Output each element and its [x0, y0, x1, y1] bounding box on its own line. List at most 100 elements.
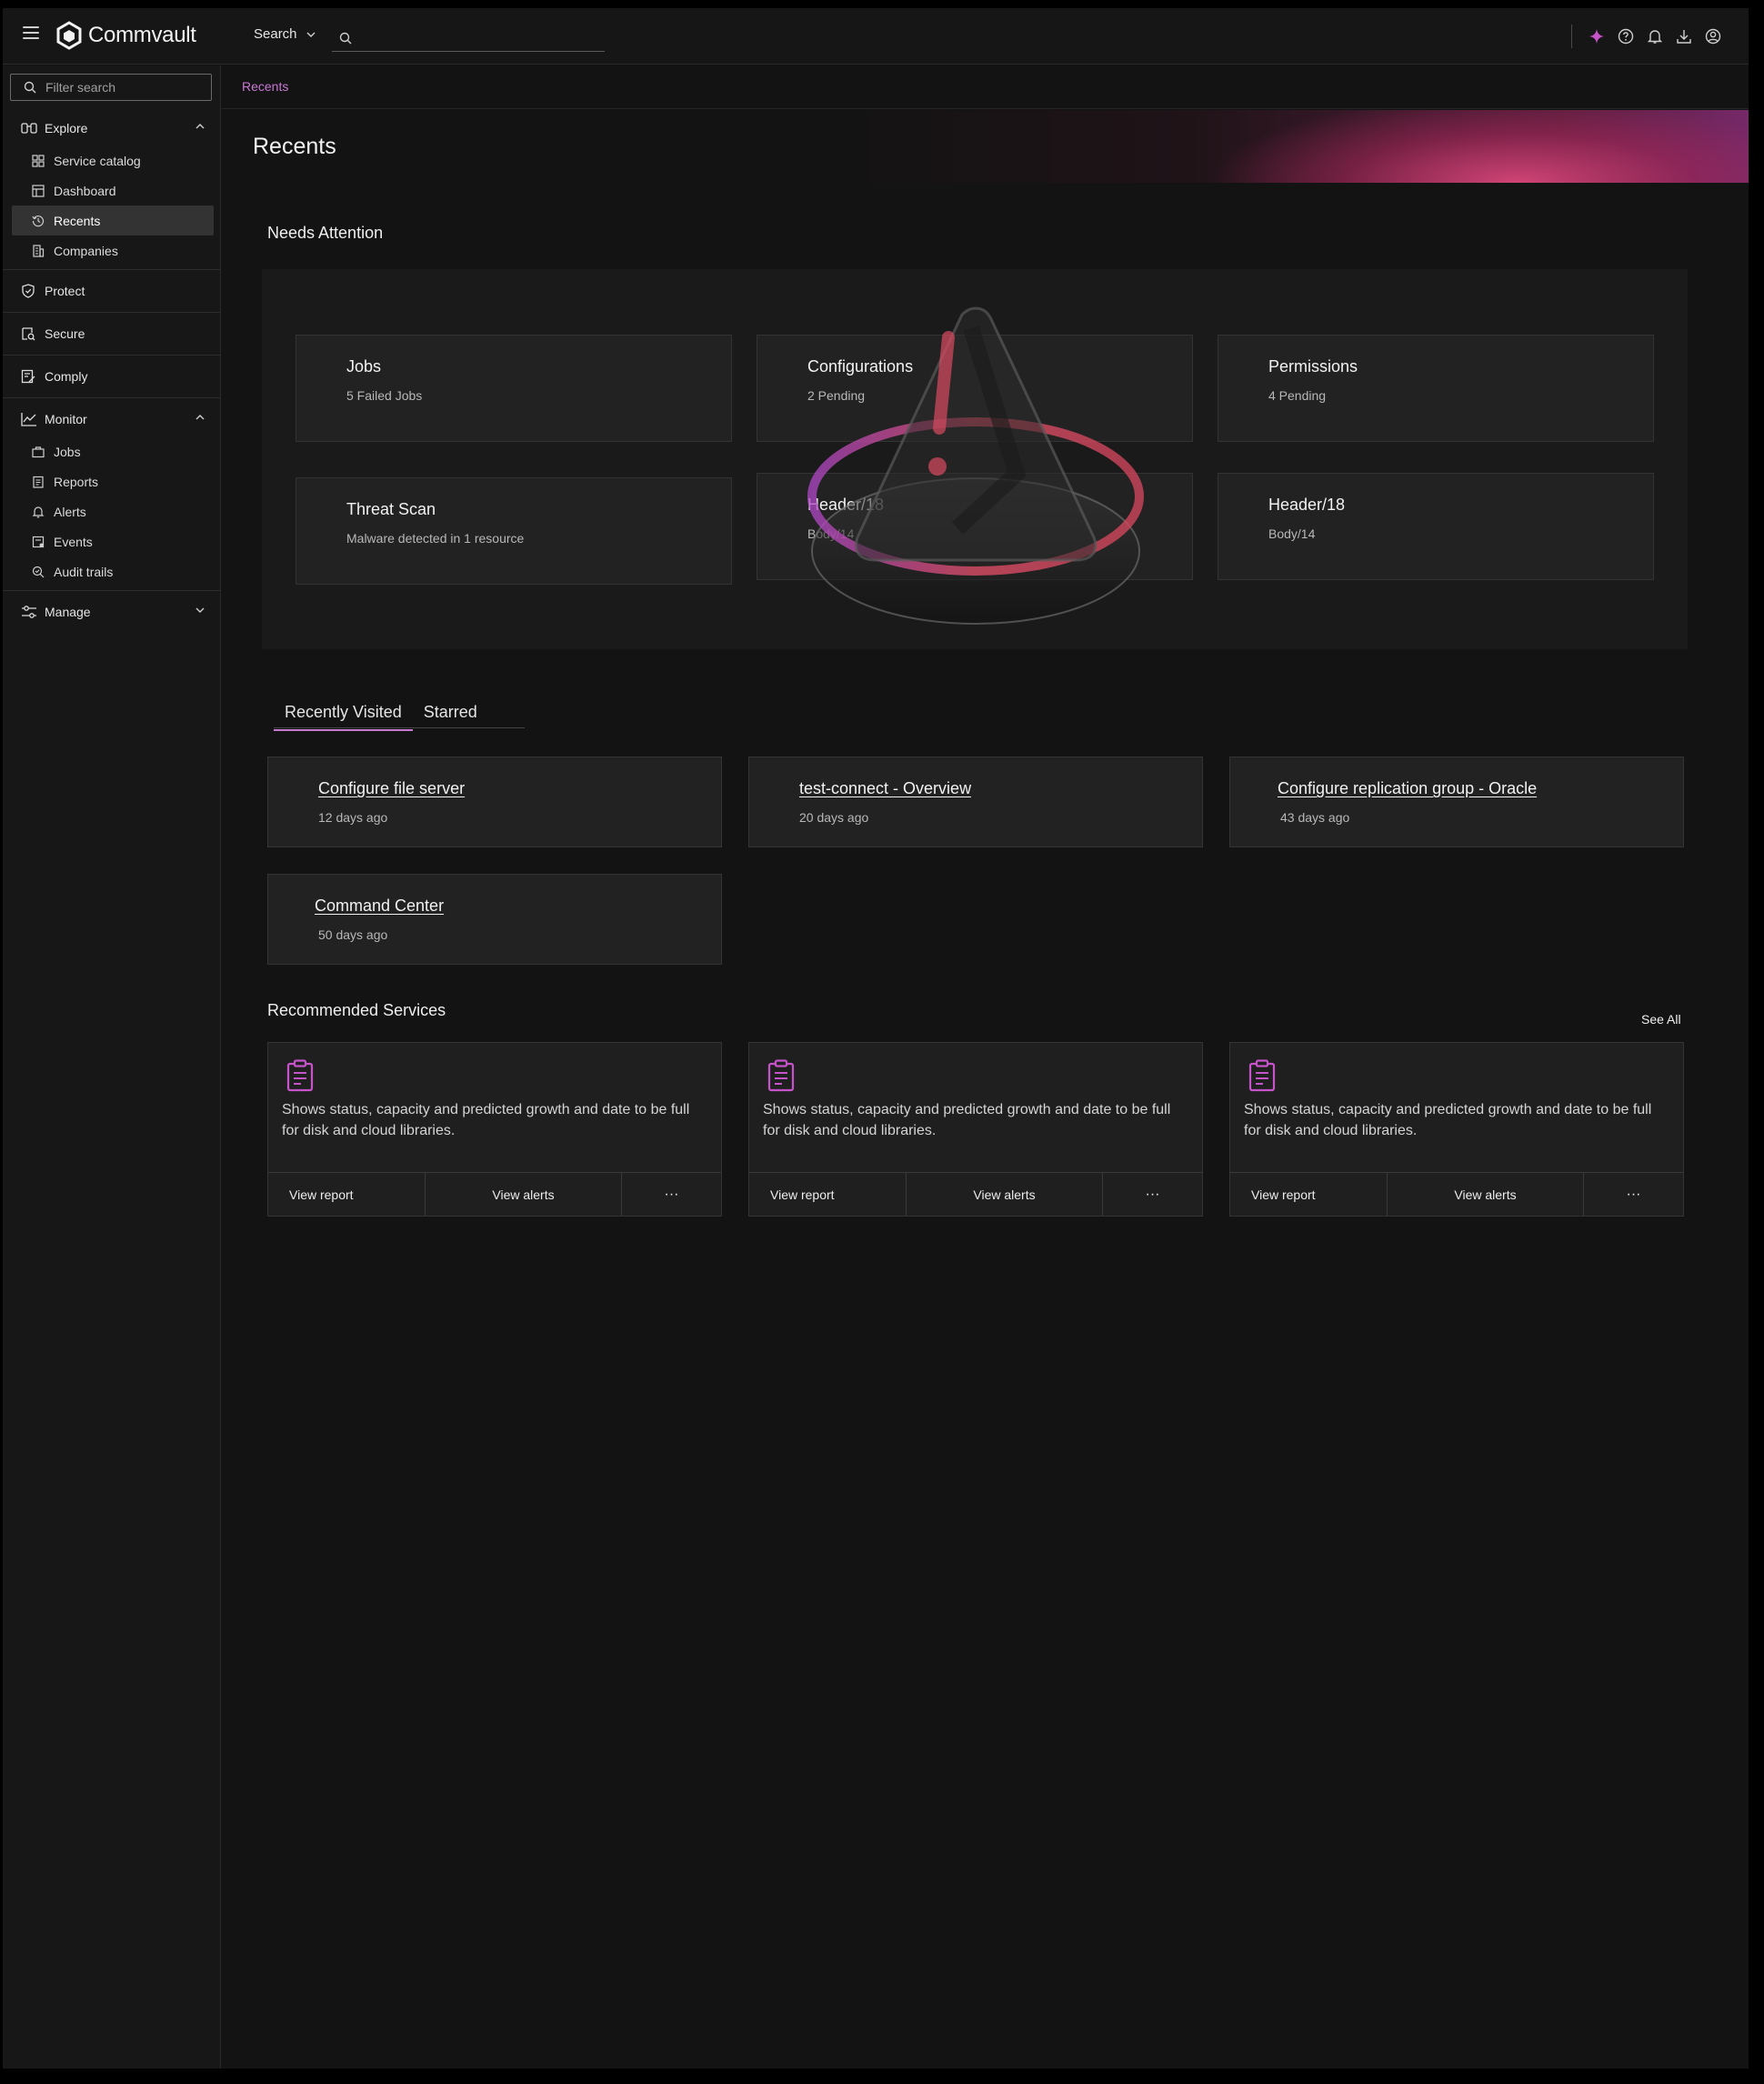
- download-icon[interactable]: [1676, 28, 1692, 45]
- sidebar-item-label: Events: [54, 534, 93, 549]
- recent-item-link[interactable]: test-connect - Overview: [799, 779, 971, 798]
- sidebar-section-protect[interactable]: Protect: [3, 274, 221, 308]
- chevron-up-icon: [195, 124, 205, 129]
- card-title: Header/18: [1268, 496, 1346, 514]
- page-title: Recents: [253, 134, 336, 159]
- sidebar-section-label: Secure: [45, 326, 85, 341]
- service-description: Shows status, capacity and predicted gro…: [763, 1102, 1171, 1138]
- more-options-button[interactable]: ···: [622, 1173, 721, 1216]
- sidebar-item-service-catalog[interactable]: Service catalog: [12, 145, 214, 175]
- secure-search-icon: [21, 326, 37, 341]
- sidebar-item-jobs[interactable]: Jobs: [12, 436, 214, 466]
- sidebar-item-companies[interactable]: Companies: [12, 235, 214, 266]
- attention-card-placeholder[interactable]: Header/18 Body/14: [757, 473, 1193, 580]
- card-title: Header/18: [807, 496, 885, 514]
- card-subtitle: Body/14: [1268, 526, 1316, 541]
- attention-card-jobs[interactable]: Jobs 5 Failed Jobs: [296, 335, 732, 442]
- sidebar-section-monitor[interactable]: Monitor: [3, 402, 221, 436]
- more-options-button[interactable]: ···: [1103, 1173, 1202, 1216]
- card-title: Configurations: [807, 357, 914, 376]
- recent-item[interactable]: Command Center 50 days ago: [267, 874, 722, 965]
- sidebar-item-events[interactable]: Events: [12, 526, 214, 556]
- sidebar-section-label: Monitor: [45, 412, 87, 426]
- search-icon: [339, 32, 352, 44]
- view-report-button[interactable]: View report: [1230, 1173, 1388, 1216]
- recent-item[interactable]: test-connect - Overview 20 days ago: [748, 756, 1203, 847]
- search-icon: [24, 81, 36, 94]
- sparkle-icon[interactable]: [1589, 28, 1605, 45]
- attention-card-threat-scan[interactable]: Threat Scan Malware detected in 1 resour…: [296, 477, 732, 585]
- attention-card-placeholder[interactable]: Header/18 Body/14: [1218, 473, 1654, 580]
- logo-text: Commvault: [88, 23, 196, 47]
- recent-item-link[interactable]: Configure replication group - Oracle: [1278, 779, 1537, 798]
- sidebar-item-reports[interactable]: Reports: [12, 466, 214, 496]
- breadcrumb-item-recents[interactable]: Recents: [242, 79, 288, 94]
- service-actions: View report View alerts ···: [268, 1172, 721, 1216]
- sidebar-item-audit-trails[interactable]: Audit trails: [12, 556, 214, 586]
- page-header: Recents: [222, 110, 1749, 183]
- sidebar-item-label: Audit trails: [54, 564, 114, 579]
- needs-attention-title: Needs Attention: [267, 224, 384, 242]
- recent-item-link[interactable]: Command Center: [315, 897, 444, 916]
- sliders-icon: [21, 605, 37, 619]
- clipboard-icon: [286, 1059, 314, 1092]
- service-card: Shows status, capacity and predicted gro…: [1229, 1042, 1684, 1217]
- header-gradient: [822, 110, 1749, 183]
- view-alerts-button[interactable]: View alerts: [1388, 1173, 1584, 1216]
- sidebar-item-dashboard[interactable]: Dashboard: [12, 175, 214, 205]
- attention-card-configurations[interactable]: Configurations 2 Pending: [757, 335, 1193, 442]
- sidebar-section-explore[interactable]: Explore: [3, 111, 221, 145]
- chevron-down-icon: [195, 607, 205, 613]
- global-search-input[interactable]: [359, 30, 586, 45]
- recent-item-time: 12 days ago: [318, 810, 388, 825]
- user-icon[interactable]: [1705, 28, 1721, 45]
- divider: [3, 397, 221, 398]
- card-title: Threat Scan: [346, 500, 436, 518]
- history-icon: [32, 215, 45, 227]
- service-actions: View report View alerts ···: [1230, 1172, 1683, 1216]
- sidebar-section-manage[interactable]: Manage: [3, 595, 221, 629]
- menu-icon[interactable]: [23, 26, 39, 39]
- clipboard-icon: [767, 1059, 795, 1092]
- recent-item[interactable]: Configure replication group - Oracle 43 …: [1229, 756, 1684, 847]
- help-icon[interactable]: [1618, 28, 1634, 45]
- sidebar-item-label: Recents: [54, 213, 101, 228]
- grid-icon: [32, 154, 45, 167]
- sidebar-section-comply[interactable]: Comply: [3, 359, 221, 394]
- chevron-down-icon: [306, 32, 316, 37]
- filter-search-input[interactable]: [45, 80, 200, 95]
- more-options-button[interactable]: ···: [1584, 1173, 1683, 1216]
- attention-card-permissions[interactable]: Permissions 4 Pending: [1218, 335, 1654, 442]
- comply-icon: [21, 369, 37, 384]
- search-scope-dropdown[interactable]: Search: [254, 26, 316, 42]
- logo[interactable]: Commvault: [55, 21, 196, 50]
- sidebar-section-secure[interactable]: Secure: [3, 316, 221, 351]
- service-description: Shows status, capacity and predicted gro…: [282, 1102, 690, 1138]
- top-icons: [1571, 25, 1721, 48]
- top-bar: Commvault Search: [3, 8, 1749, 65]
- recent-item-link[interactable]: Configure file server: [318, 779, 465, 798]
- view-report-button[interactable]: View report: [268, 1173, 426, 1216]
- recent-item-time: 43 days ago: [1280, 810, 1350, 825]
- needs-attention-panel: Jobs 5 Failed Jobs Configurations 2 Pend…: [262, 269, 1688, 649]
- recent-item[interactable]: Configure file server 12 days ago: [267, 756, 722, 847]
- view-alerts-button[interactable]: View alerts: [426, 1173, 622, 1216]
- divider: [3, 355, 221, 356]
- sidebar-item-recents[interactable]: Recents: [12, 205, 214, 235]
- filter-search: [10, 74, 212, 101]
- report-icon: [32, 476, 45, 488]
- card-title: Permissions: [1268, 357, 1358, 376]
- bell-icon[interactable]: [1647, 28, 1663, 45]
- card-title: Jobs: [346, 357, 382, 376]
- sidebar-item-label: Companies: [54, 243, 118, 258]
- binoculars-icon: [21, 121, 37, 135]
- see-all-link[interactable]: See All: [1641, 1012, 1681, 1027]
- sidebar-item-label: Reports: [54, 474, 99, 489]
- recommended-services-title: Recommended Services: [267, 1001, 446, 1019]
- sidebar-section-label: Manage: [45, 605, 91, 619]
- divider: [1571, 25, 1572, 48]
- recent-item-time: 20 days ago: [799, 810, 869, 825]
- view-report-button[interactable]: View report: [749, 1173, 907, 1216]
- sidebar-item-alerts[interactable]: Alerts: [12, 496, 214, 526]
- view-alerts-button[interactable]: View alerts: [907, 1173, 1103, 1216]
